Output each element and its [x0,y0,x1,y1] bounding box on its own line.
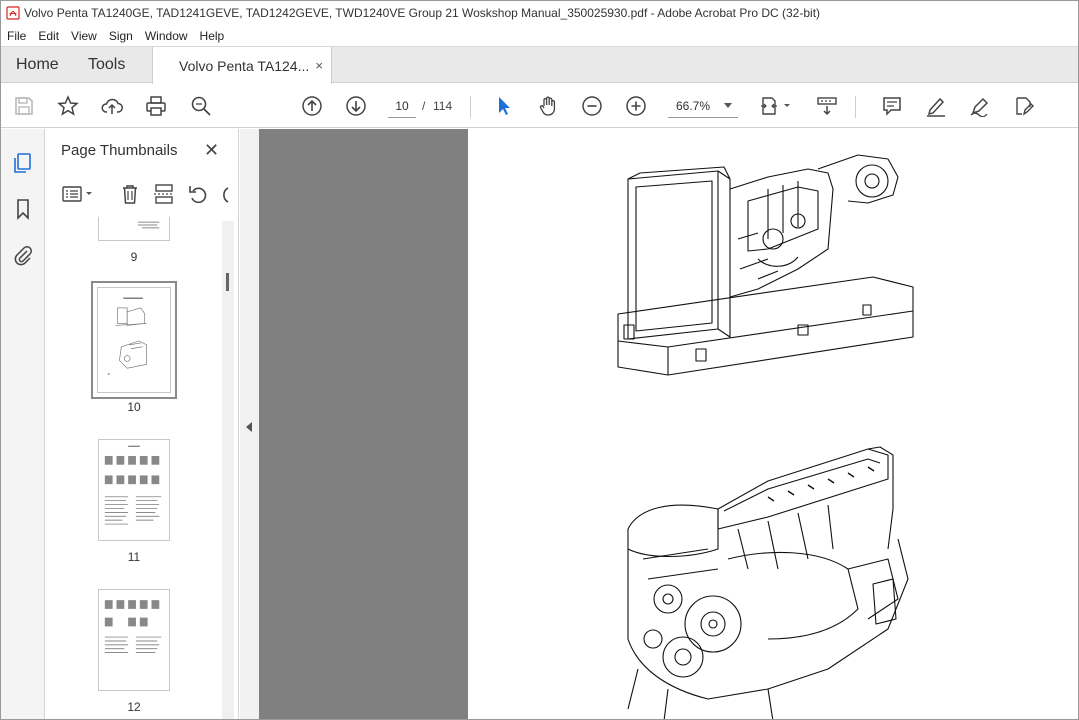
main-toolbar: / 114 66.7% [1,84,1078,128]
thumbnail-page[interactable] [98,439,170,541]
highlight-pen-icon[interactable] [924,94,948,118]
toolbar-divider [855,96,856,118]
thumbnail-list: 9 10 11 12 [46,217,239,719]
chevron-down-icon [724,103,732,108]
acrobat-icon [6,6,20,20]
bookmarks-icon[interactable] [11,197,35,221]
engine-illustration [617,154,914,719]
previous-page-icon[interactable] [300,94,324,118]
more-tools-icon[interactable] [218,182,230,206]
tab-home[interactable]: Home [16,47,59,83]
thumbnail-label: 9 [130,250,138,264]
menu-help[interactable]: Help [194,29,231,43]
rotate-page-icon[interactable] [186,182,210,206]
tab-document[interactable]: Volvo Penta TA124... × [152,47,332,84]
thumbnail-label: 11 [127,550,141,564]
search-zoom-icon[interactable] [189,94,213,118]
pdf-page [468,129,1078,719]
bookmark-star-icon[interactable] [56,94,80,118]
panel-collapse-handle[interactable] [240,129,259,719]
zoom-in-icon[interactable] [624,94,648,118]
select-cursor-icon[interactable] [492,94,516,118]
attachments-icon[interactable] [11,243,35,267]
tab-bar: Home Tools Volvo Penta TA124... × [1,46,1078,84]
delete-page-icon[interactable] [118,182,142,206]
thumbnail-page[interactable] [98,589,170,691]
window-title: Volvo Penta TA1240GE, TAD1241GEVE, TAD12… [24,6,821,20]
page-fit-icon[interactable] [758,94,794,118]
next-page-icon[interactable] [344,94,368,118]
tab-tools[interactable]: Tools [88,47,125,83]
page-thumbnail-image [98,288,170,392]
hand-tool-icon[interactable] [536,94,560,118]
zoom-out-icon[interactable] [580,94,604,118]
document-view[interactable] [259,129,1078,719]
zoom-level-value: 66.7% [676,99,711,113]
insert-page-icon[interactable] [152,182,176,206]
thumbnail-label: 10 [127,400,141,414]
page-thumbnail-image [104,600,162,653]
fill-sign-icon[interactable] [1012,94,1036,118]
sign-pen-icon[interactable] [968,94,992,118]
tab-close-icon[interactable]: × [315,58,323,73]
page-thumbnails-panel: Page Thumbnails ✕ 9 10 11 12 [46,129,239,719]
upload-cloud-icon[interactable] [100,94,124,118]
print-icon[interactable] [144,94,168,118]
collapse-arrow-icon [246,422,252,432]
page-number-input[interactable] [388,94,416,118]
tab-document-label: Volvo Penta TA124... [179,57,310,74]
menu-bar: File Edit View Sign Window Help [1,25,1078,46]
page-thumbnail-image [137,221,160,229]
page-separator: / [422,99,426,113]
panel-close-icon[interactable]: ✕ [204,140,219,161]
comment-icon[interactable] [880,94,904,118]
thumbnail-scrollbar[interactable] [222,221,234,719]
page-thumbnails-icon[interactable] [11,151,35,175]
panel-title: Page Thumbnails [61,142,178,159]
title-bar: Volvo Penta TA1240GE, TAD1241GEVE, TAD12… [1,1,1078,25]
zoom-level-select[interactable]: 66.7% [668,94,738,118]
thumbnail-page[interactable] [98,217,170,241]
thumbnail-label: 12 [127,700,141,714]
toolbar-divider [470,96,471,118]
scrollbar-thumb[interactable] [226,273,229,291]
thumbnail-page[interactable] [91,281,177,399]
panel-toolbar [46,176,239,212]
thumbnail-options-icon[interactable] [60,182,96,206]
menu-view[interactable]: View [65,29,103,43]
acrobat-window: Volvo Penta TA1240GE, TAD1241GEVE, TAD12… [0,0,1079,720]
menu-sign[interactable]: Sign [103,29,139,43]
menu-edit[interactable]: Edit [32,29,65,43]
scrolling-mode-icon[interactable] [815,94,839,118]
menu-window[interactable]: Window [139,29,194,43]
menu-file[interactable]: File [1,29,32,43]
navigation-rail [1,129,45,719]
page-thumbnail-image [104,445,162,525]
save-icon[interactable] [12,94,36,118]
page-total: 114 [433,99,453,113]
